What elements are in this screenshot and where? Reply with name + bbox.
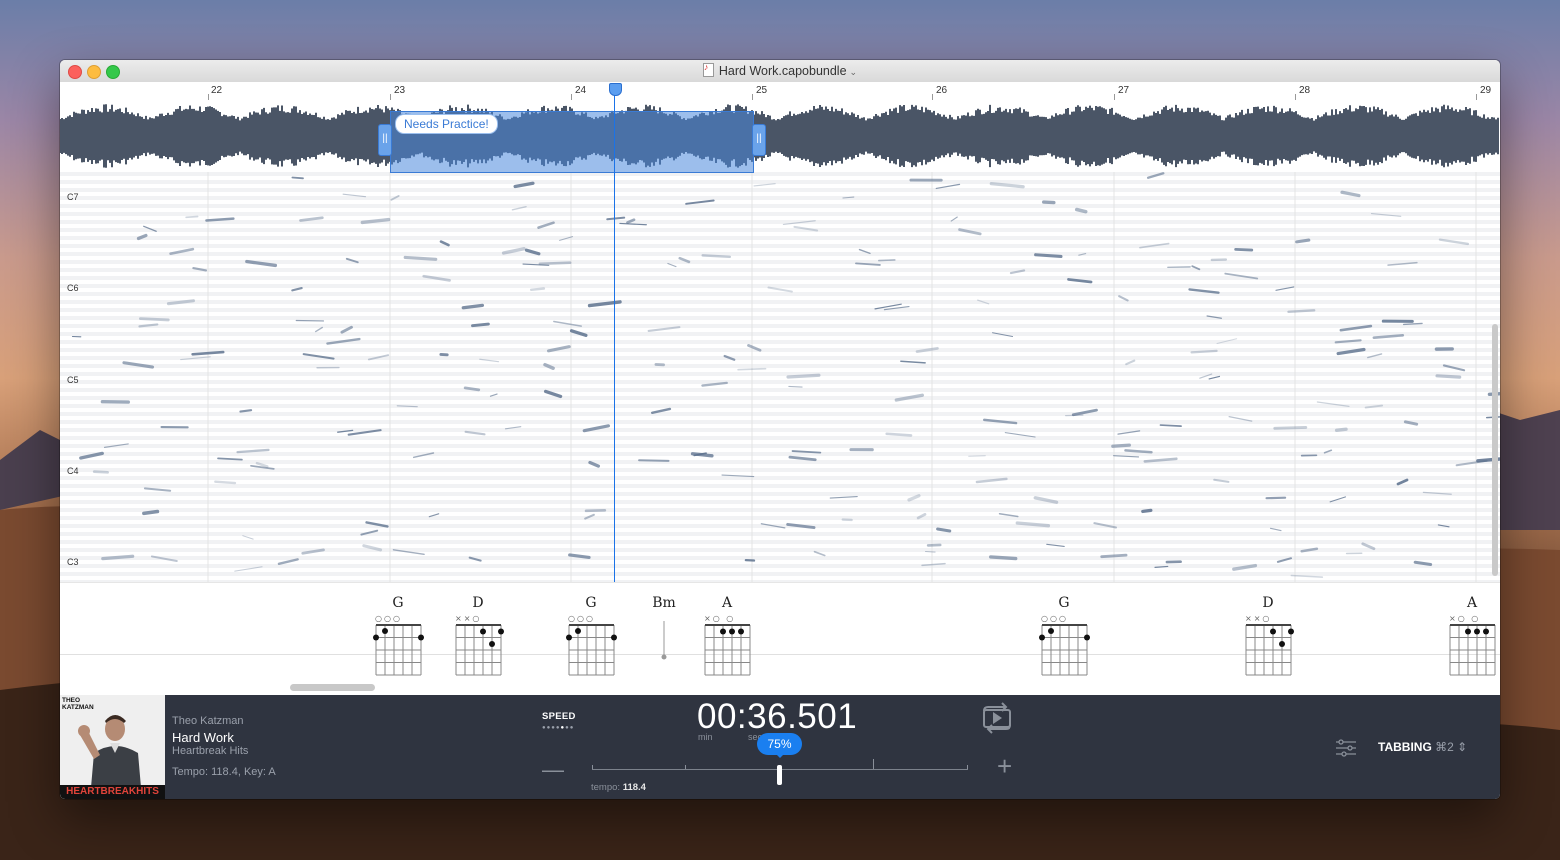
plus-icon[interactable]: + xyxy=(997,751,1012,782)
album-art: THEO KATZMAN HEARTBREAKHITS xyxy=(60,695,165,799)
svg-text:××○: ××○ xyxy=(1245,614,1271,623)
bar-number: 27 xyxy=(1118,85,1130,96)
view-mode-label: TABBING xyxy=(1378,740,1432,754)
bar-number: 24 xyxy=(575,85,587,96)
tempo-value: 118.4 xyxy=(622,782,646,793)
svg-text:○○○: ○○○ xyxy=(375,614,402,623)
chord-diagram: ○○○ xyxy=(1039,614,1090,676)
playhead xyxy=(614,84,615,583)
playhead-handle[interactable] xyxy=(609,83,622,96)
chord-g[interactable]: G ○○○ xyxy=(368,595,428,679)
view-mode-selector[interactable]: TABBING ⌘2 ⇕ xyxy=(1378,740,1467,754)
bar-number: 25 xyxy=(756,85,768,96)
note-label: C4 xyxy=(67,466,79,476)
chord-track[interactable]: G ○○○ D ××○ G ○○○ Bm A ×○ ○ G ○○○ D ××○ A ×○ ○ xyxy=(60,582,1500,696)
chord-name: A xyxy=(721,595,733,611)
speed-presets[interactable]: ●●●●●●● xyxy=(542,725,574,731)
chord-d[interactable]: D ××○ xyxy=(1238,595,1298,679)
chord-d[interactable]: D ××○ xyxy=(448,595,508,679)
chord-g[interactable]: G ○○○ xyxy=(561,595,621,679)
svg-text:×○ ○: ×○ ○ xyxy=(1449,614,1480,623)
note-label: C5 xyxy=(67,375,79,385)
chord-name: A xyxy=(1466,595,1478,611)
chord-name: G xyxy=(392,595,404,611)
bar-number: 22 xyxy=(211,85,223,96)
song-title: Hard Work xyxy=(172,730,234,745)
album-title-text: HEARTBREAKHITS xyxy=(60,785,165,799)
chevron-updown-icon: ⇕ xyxy=(1457,740,1468,754)
horizontal-scrollbar[interactable] xyxy=(290,684,375,691)
artist-name: Theo Katzman xyxy=(172,715,244,727)
bar-number: 29 xyxy=(1480,85,1492,96)
window-title[interactable]: Hard Work.capobundle⌄ xyxy=(60,62,1500,78)
vertical-scrollbar[interactable] xyxy=(1492,324,1498,576)
loop-start-handle[interactable]: || xyxy=(378,124,392,156)
svg-text:××○: ××○ xyxy=(455,614,481,623)
bar-number: 26 xyxy=(936,85,948,96)
document-icon xyxy=(702,62,714,77)
chord-name: G xyxy=(1058,595,1070,611)
tempo-readout: tempo: 118.4 xyxy=(591,782,646,793)
chord-diagram: ○○○ xyxy=(566,614,617,676)
loop-label[interactable]: Needs Practice! xyxy=(395,114,498,134)
settings-icon[interactable] xyxy=(1335,739,1357,757)
chevron-down-icon: ⌄ xyxy=(849,67,858,77)
loop-play-icon[interactable] xyxy=(980,701,1014,735)
spectrogram-piano-roll[interactable]: C7 C6 C5 C4 C3 xyxy=(60,172,1500,582)
app-window: Hard Work.capobundle⌄ 22 23 24 25 26 27 … xyxy=(60,60,1500,799)
slider-tick xyxy=(592,765,593,769)
note-label: C3 xyxy=(67,557,79,567)
titlebar: Hard Work.capobundle⌄ xyxy=(60,60,1500,83)
chord-a[interactable]: A ×○ ○ xyxy=(697,595,757,679)
chord-diagram: ××○ xyxy=(1245,614,1294,676)
minus-icon[interactable]: — xyxy=(542,757,564,783)
svg-text:○○○: ○○○ xyxy=(568,614,595,623)
loop-end-handle[interactable]: || xyxy=(752,124,766,156)
album-name: Heartbreak Hits xyxy=(172,745,249,757)
chord-name: D xyxy=(1262,595,1274,611)
time-unit-min: min xyxy=(698,732,713,742)
chord-diagram: ×○ ○ xyxy=(704,614,751,676)
svg-text:○○○: ○○○ xyxy=(1041,614,1068,623)
note-label: C6 xyxy=(67,283,79,293)
chord-diagram xyxy=(661,621,667,660)
chord-name: Bm xyxy=(652,595,676,611)
chord-diagram: ×○ ○ xyxy=(1449,614,1496,676)
chord-name: G xyxy=(585,595,597,611)
window-title-text: Hard Work.capobundle xyxy=(718,64,847,78)
tempo-label: tempo: xyxy=(591,782,621,793)
chord-diagram: ○○○ xyxy=(373,614,424,676)
chord-name: D xyxy=(472,595,484,611)
time-display: 00:36.501 xyxy=(697,697,858,736)
waveform[interactable] xyxy=(60,100,1500,172)
bar-ruler[interactable]: 22 23 24 25 26 27 28 29 xyxy=(60,82,1500,100)
svg-text:×○ ○: ×○ ○ xyxy=(704,614,735,623)
album-artist-text: THEO KATZMAN xyxy=(62,697,94,711)
slider-tick xyxy=(873,759,874,769)
view-mode-shortcut: ⌘2 xyxy=(1435,740,1454,754)
chord-g[interactable]: G ○○○ xyxy=(1034,595,1094,679)
chord-a[interactable]: A ×○ ○ xyxy=(1442,595,1500,679)
speed-label[interactable]: SPEED xyxy=(542,711,576,722)
spectrogram xyxy=(60,172,1500,582)
song-info: Tempo: 118.4, Key: A xyxy=(172,766,276,778)
note-label: C7 xyxy=(67,192,79,202)
bar-number: 23 xyxy=(394,85,406,96)
chord-diagram: ××○ xyxy=(455,614,504,676)
chord-bm[interactable]: Bm xyxy=(634,595,694,679)
bar-number: 28 xyxy=(1299,85,1311,96)
transport-bar: THEO KATZMAN HEARTBREAKHITS Theo Katzman… xyxy=(60,695,1500,799)
speed-slider-thumb[interactable] xyxy=(777,765,782,785)
speed-value-bubble: 75% xyxy=(757,733,802,758)
slider-tick xyxy=(967,765,968,769)
slider-tick xyxy=(685,765,686,769)
